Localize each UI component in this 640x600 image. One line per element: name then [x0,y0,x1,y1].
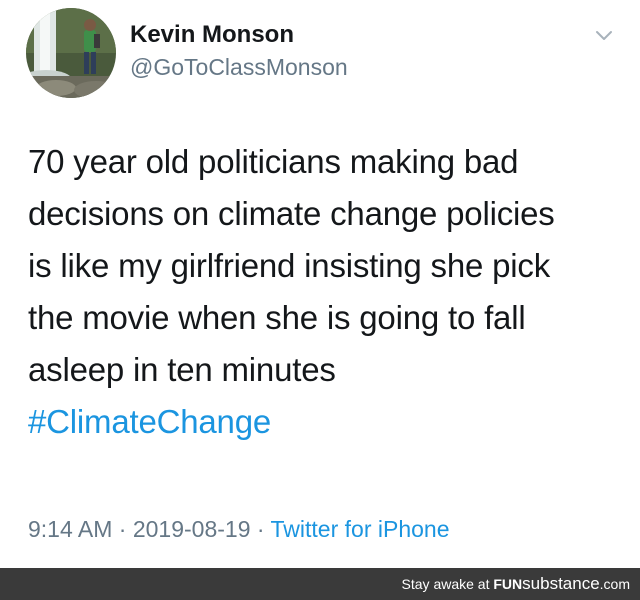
watermark-brand-light: substance [522,574,600,593]
author-handle[interactable]: @GoToClassMonson [130,52,348,82]
chevron-down-icon[interactable] [594,28,614,44]
tweet-text-line: is like my girlfriend insisting she pick [28,247,551,284]
tweet-time[interactable]: 9:14 AM [28,516,112,542]
watermark-brand-suffix: .com [599,576,630,592]
tweet-card: Kevin Monson @GoToClassMonson 70 year ol… [0,0,640,568]
tweet-body: 70 year old politicians making bad decis… [28,136,628,448]
tweet-metadata: 9:14 AM · 2019-08-19 · Twitter for iPhon… [28,514,450,544]
tweet-text-line: 70 year old politicians making bad [28,143,519,180]
tweet-text-line: asleep in ten minutes [28,351,336,388]
meta-separator: · [250,516,271,542]
tweet-date[interactable]: 2019-08-19 [133,516,251,542]
hashtag-link[interactable]: #ClimateChange [28,396,628,448]
tweet-source-link[interactable]: Twitter for iPhone [271,516,450,542]
author-display-name[interactable]: Kevin Monson [130,20,294,50]
watermark-bar: Stay awake at FUNsubstance.com [0,568,640,600]
meta-separator: · [112,516,133,542]
watermark-text: Stay awake at FUNsubstance.com [402,575,630,593]
author-avatar[interactable] [26,8,116,98]
tweet-text-line: decisions on climate change policies [28,195,555,232]
tweet-text-line: the movie when she is going to fall [28,299,526,336]
watermark-prefix: Stay awake at [401,576,494,592]
avatar-photo-icon [26,8,116,98]
watermark-brand-bold: FUN [493,576,523,592]
